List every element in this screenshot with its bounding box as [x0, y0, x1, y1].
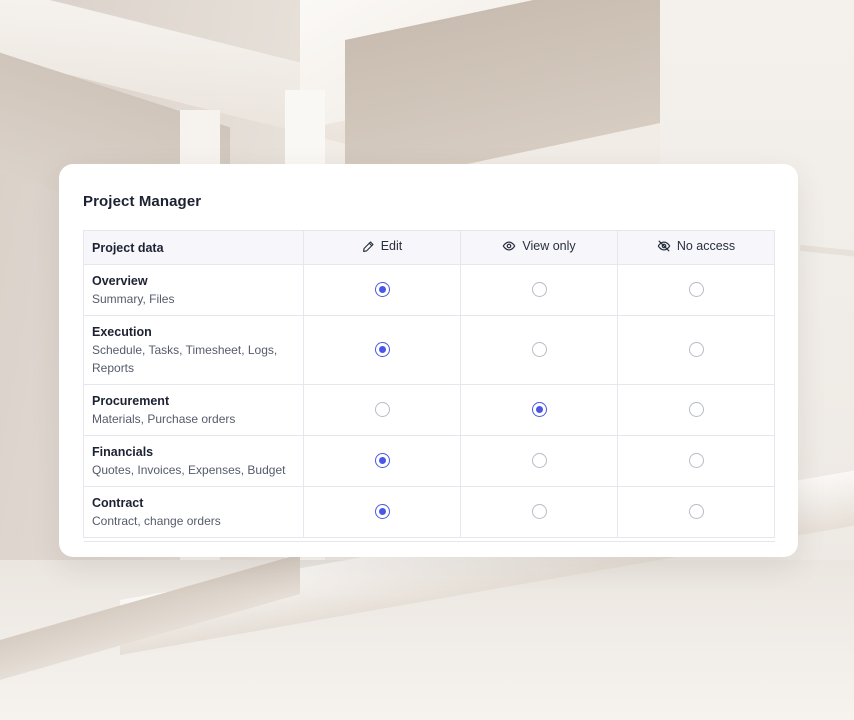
- row-name-cell: Contract Contract, change orders: [83, 486, 304, 538]
- table-footer: [83, 537, 775, 542]
- pencil-icon: [362, 240, 375, 253]
- eye-icon: [502, 239, 516, 253]
- radio-edit[interactable]: [374, 504, 390, 520]
- radio-cell-edit: [303, 315, 461, 385]
- radio-edit[interactable]: [374, 453, 390, 469]
- permissions-card: Project Manager Project data Edit View o…: [59, 164, 798, 557]
- permissions-table: Project data Edit View only No access Ov…: [83, 230, 775, 542]
- radio-cell-edit: [303, 435, 461, 487]
- radio-cell-view: [460, 435, 618, 487]
- row-name-cell: Overview Summary, Files: [83, 264, 304, 316]
- radio-edit[interactable]: [374, 282, 390, 298]
- row-title: Financials: [92, 445, 154, 459]
- column-header-project-data: Project data: [83, 230, 304, 265]
- radio-cell-none: [617, 315, 775, 385]
- radio-cell-none: [617, 384, 775, 436]
- card-title: Project Manager: [83, 193, 202, 210]
- row-subtitle: Summary, Files: [92, 292, 175, 306]
- radio-view[interactable]: [531, 402, 547, 418]
- radio-edit[interactable]: [374, 342, 390, 358]
- radio-cell-edit: [303, 264, 461, 316]
- radio-none[interactable]: [688, 342, 704, 358]
- radio-cell-view: [460, 384, 618, 436]
- row-name-cell: Procurement Materials, Purchase orders: [83, 384, 304, 436]
- row-subtitle: Materials, Purchase orders: [92, 412, 236, 426]
- row-title: Procurement: [92, 394, 170, 408]
- table-header-row: Project data Edit View only No access: [83, 230, 775, 265]
- column-header-edit: Edit: [303, 230, 461, 265]
- radio-view[interactable]: [531, 504, 547, 520]
- radio-none[interactable]: [688, 282, 704, 298]
- radio-view[interactable]: [531, 282, 547, 298]
- radio-cell-view: [460, 486, 618, 538]
- radio-cell-edit: [303, 486, 461, 538]
- row-subtitle: Schedule, Tasks, Timesheet, Logs, Report…: [92, 343, 278, 375]
- column-header-no-access: No access: [617, 230, 775, 265]
- radio-cell-view: [460, 315, 618, 385]
- column-header-no-access-label: No access: [676, 239, 736, 253]
- radio-view[interactable]: [531, 342, 547, 358]
- table-row: Overview Summary, Files: [83, 264, 775, 316]
- row-subtitle: Contract, change orders: [92, 514, 221, 528]
- table-row: Execution Schedule, Tasks, Timesheet, Log…: [83, 315, 775, 385]
- radio-cell-none: [617, 435, 775, 487]
- radio-edit[interactable]: [374, 402, 390, 418]
- row-title: Execution: [92, 325, 152, 339]
- table-row: Procurement Materials, Purchase orders: [83, 384, 775, 436]
- table-row: Financials Quotes, Invoices, Expenses, Bu…: [83, 435, 775, 487]
- column-header-view-only: View only: [460, 230, 618, 265]
- radio-cell-none: [617, 264, 775, 316]
- radio-none[interactable]: [688, 504, 704, 520]
- radio-cell-edit: [303, 384, 461, 436]
- table-row: Contract Contract, change orders: [83, 486, 775, 538]
- radio-view[interactable]: [531, 453, 547, 469]
- column-header-edit-label: Edit: [380, 239, 403, 254]
- row-name-cell: Execution Schedule, Tasks, Timesheet, Log…: [83, 315, 304, 385]
- row-title: Contract: [92, 496, 144, 510]
- radio-none[interactable]: [688, 453, 704, 469]
- radio-none[interactable]: [688, 402, 704, 418]
- column-header-view-only-label: View only: [522, 239, 576, 253]
- row-subtitle: Quotes, Invoices, Expenses, Budget: [92, 463, 286, 477]
- table-footer-row: [83, 537, 775, 542]
- eye-off-icon: [657, 239, 671, 253]
- row-name-cell: Financials Quotes, Invoices, Expenses, Bu…: [83, 435, 304, 487]
- radio-cell-none: [617, 486, 775, 538]
- radio-cell-view: [460, 264, 618, 316]
- row-title: Overview: [92, 274, 148, 288]
